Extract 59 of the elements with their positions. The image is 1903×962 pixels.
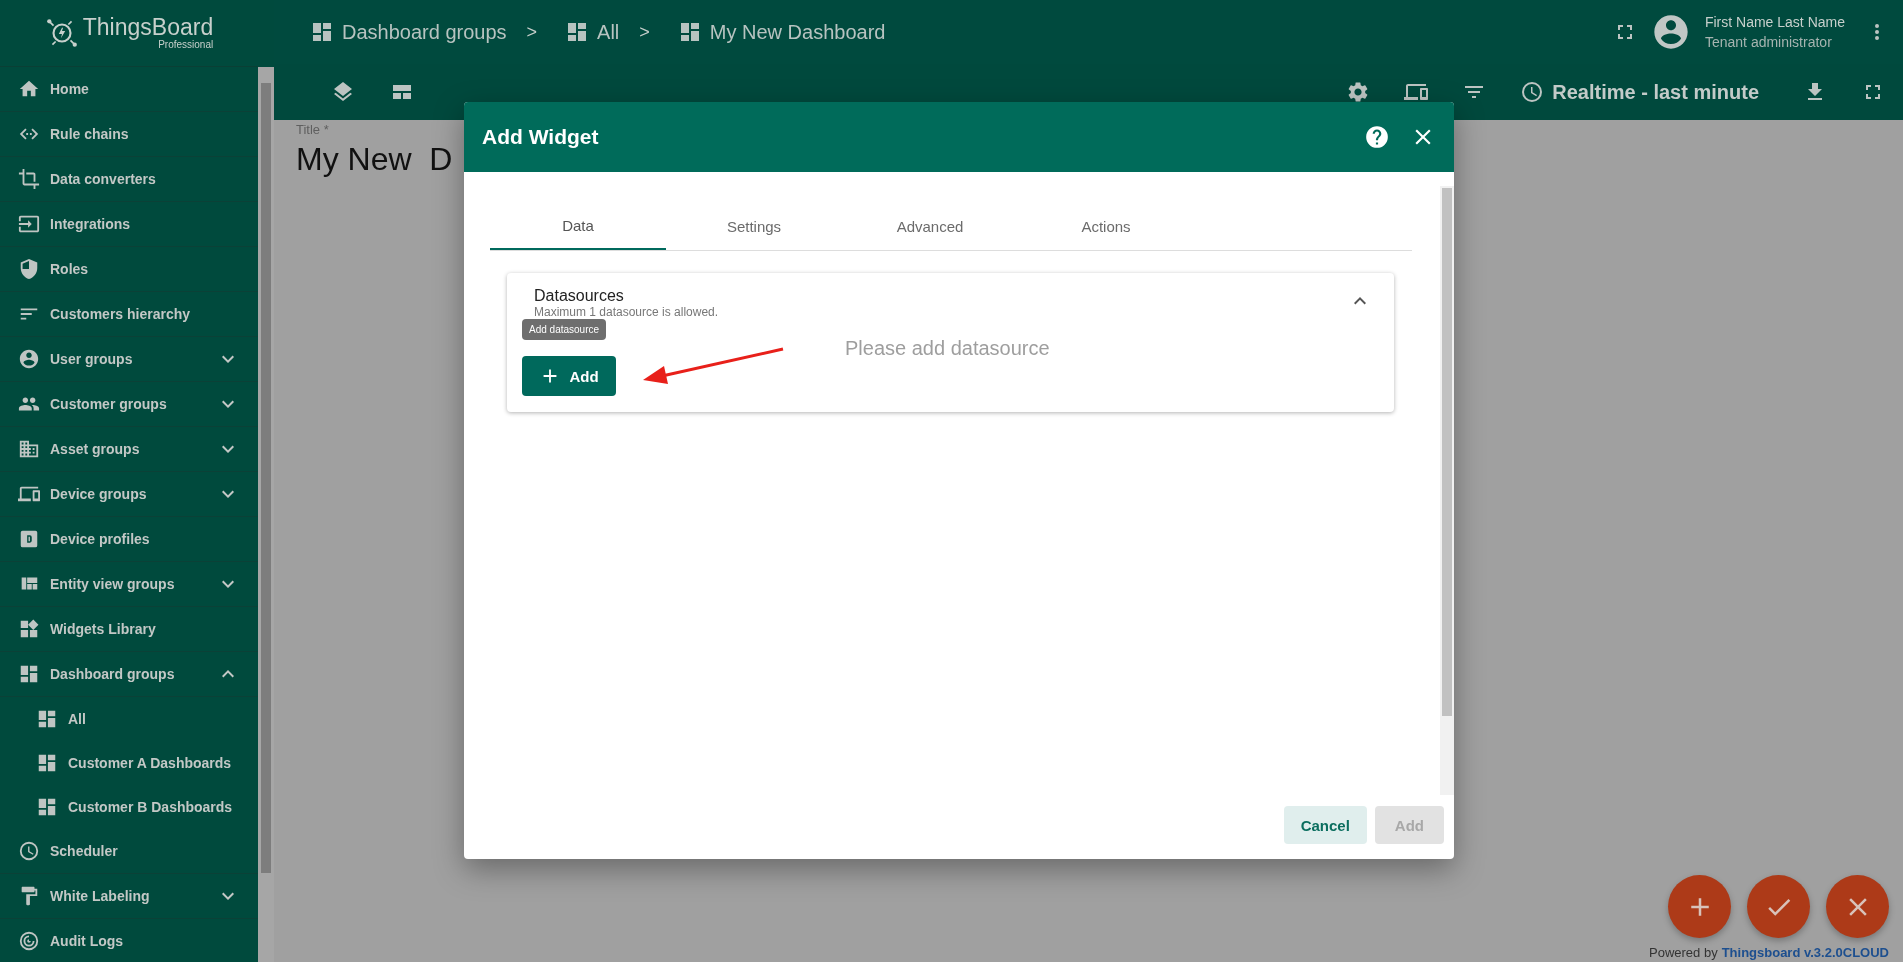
dashboard-icon [36,796,58,818]
help-icon[interactable] [1364,124,1390,150]
breadcrumb-separator: > [526,21,538,43]
sidebar-item[interactable]: User groups [0,337,258,382]
dashboard-icon [36,752,58,774]
breadcrumb-link[interactable]: My New Dashboard [677,20,886,44]
sidebar-item[interactable]: Dashboard groups [0,652,258,697]
sidebar-item[interactable]: Asset groups [0,427,258,472]
building-icon [18,438,40,460]
shield-icon [18,258,40,280]
widgets-icon [18,618,40,640]
sidebar-item[interactable]: Device groups [0,472,258,517]
breadcrumb-separator: > [639,21,650,43]
close-fab[interactable] [1826,875,1889,938]
sidebar-item[interactable]: White Labeling [0,874,258,919]
title-label: Title * [296,122,329,137]
dashboard-icon [18,663,40,685]
tab[interactable]: Settings [666,202,842,250]
user-name: First Name Last Name [1704,14,1845,30]
sidebar-item[interactable]: Widgets Library [0,607,258,652]
timewindow-button[interactable]: Realtime - last minute [1520,80,1759,104]
radar-icon [18,930,40,952]
scrollbar[interactable] [258,67,274,962]
dashboard-icon [36,708,58,730]
sidebar-item[interactable]: Customer groups [0,382,258,427]
add-datasource-button[interactable]: Add [522,356,616,396]
sidebar-item[interactable]: All [0,697,258,741]
dashboard-icon [310,20,334,44]
sidebar-item[interactable]: Roles [0,247,258,292]
cancel-button[interactable]: Cancel [1283,806,1367,844]
crop-icon [18,168,40,190]
clock-icon [18,840,40,862]
empty-message: Please add datasource [845,337,1050,360]
user-icon [18,348,40,370]
tab[interactable]: Advanced [842,202,1018,250]
input-icon [18,213,40,235]
tab[interactable]: Actions [1018,202,1194,250]
tab[interactable]: Data [490,202,666,250]
dialog-title: Add Widget [482,125,599,149]
user-role: Tenant administrator [1704,34,1833,50]
tooltip: Add datasource [522,319,607,340]
sidebar-item[interactable]: Customer B Dashboards [0,785,258,829]
sidebar-item[interactable]: Home [0,67,258,112]
powered-by-text: Powered by [1649,945,1718,960]
clock-icon [1520,80,1545,104]
logo-edition: Professional [158,39,214,50]
version-link[interactable]: Thingsboard v.3.2.0CLOUD [1721,945,1889,960]
profile-icon [18,528,40,550]
panel-hint: Maximum 1 datasource is allowed. [534,305,719,319]
breadcrumb-link[interactable]: All [565,20,620,44]
scrollbar[interactable] [1440,186,1454,795]
sidebar-item[interactable]: Entity view groups [0,562,258,607]
dashboard-title: My New D [296,141,453,178]
sidebar-item[interactable]: Customer A Dashboards [0,741,258,785]
sidebar-item[interactable]: Integrations [0,202,258,247]
panel-title: Datasources [534,287,625,305]
sidebar-item[interactable]: Device profiles [0,517,258,562]
logo-icon [44,16,79,50]
breadcrumb-link[interactable]: Dashboard groups [310,20,507,44]
